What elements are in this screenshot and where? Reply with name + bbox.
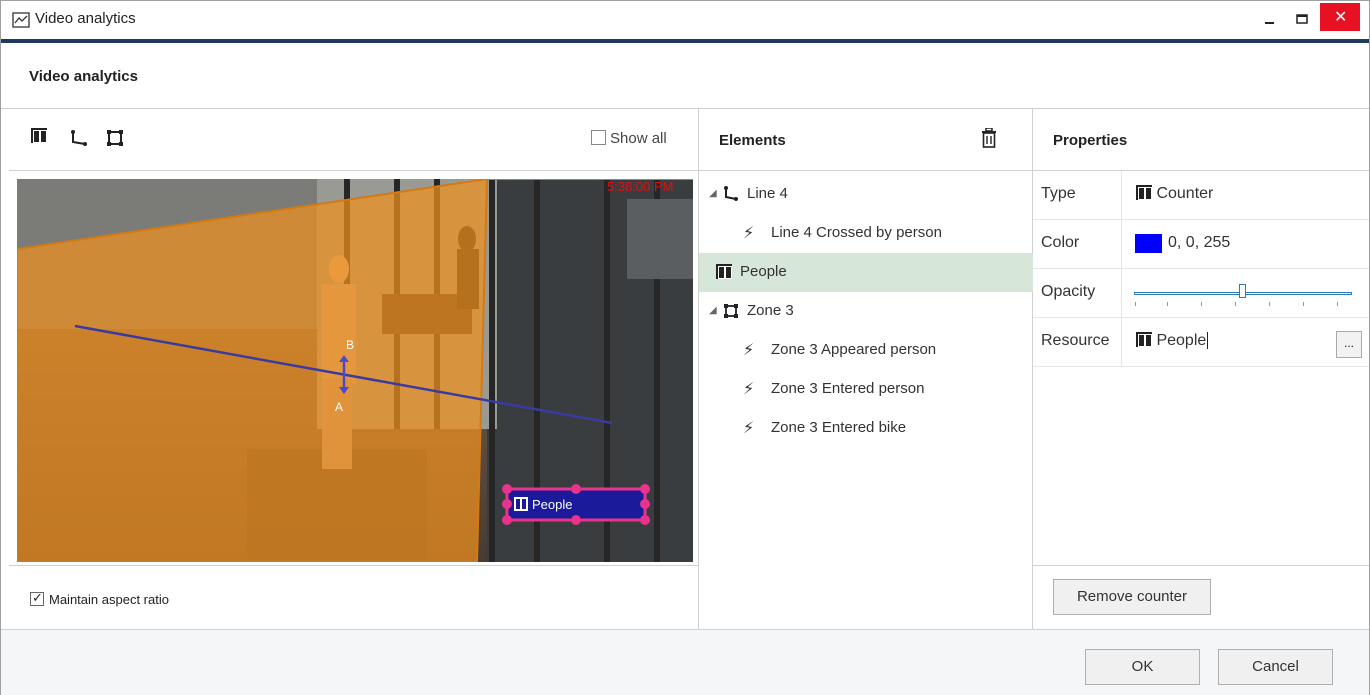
property-color: Color 0, 0, 255 bbox=[1033, 220, 1369, 269]
tree-item-label: Zone 3 Appeared person bbox=[771, 341, 937, 358]
maximize-button[interactable] bbox=[1288, 7, 1316, 31]
add-line-tool[interactable] bbox=[69, 128, 91, 150]
event-lightning-icon: ⚡ bbox=[743, 381, 755, 398]
tree-item-label: Zone 3 Entered bike bbox=[771, 419, 907, 436]
add-counter-tool[interactable] bbox=[31, 128, 53, 150]
property-type: Type Counter bbox=[1033, 171, 1369, 220]
counter-icon bbox=[716, 264, 732, 281]
color-swatch[interactable] bbox=[1135, 234, 1162, 253]
window-title: Video analytics bbox=[35, 10, 136, 27]
video-panel: Show all B A 5:38:00 PM People ✓Maintain… bbox=[9, 109, 699, 629]
resource-browse-button[interactable]: ... bbox=[1336, 331, 1362, 358]
tree-item-zone-3-entered-bike[interactable]: ⚡ Zone 3 Entered bike bbox=[699, 409, 1033, 448]
counter-icon bbox=[1136, 185, 1152, 200]
zone-icon bbox=[724, 304, 738, 318]
show-all-label: Show all bbox=[610, 130, 667, 147]
color-value: 0, 0, 255 bbox=[1168, 234, 1231, 251]
drawing-toolbar: Show all bbox=[9, 109, 699, 171]
line-a-label: A bbox=[335, 400, 343, 414]
tree-item-label: People bbox=[740, 263, 787, 280]
title-bar: Video analytics ✕ bbox=[1, 1, 1369, 39]
elements-panel: Elements ◢ Line 4 ⚡ Line 4 Crossed by pe… bbox=[699, 109, 1033, 629]
properties-grid: Type Counter Color 0, 0, 255 Opacity Res… bbox=[1033, 171, 1369, 367]
analytics-app-icon bbox=[12, 12, 30, 28]
cancel-button[interactable]: Cancel bbox=[1218, 649, 1333, 685]
close-button[interactable]: ✕ bbox=[1320, 3, 1360, 31]
property-key: Type bbox=[1041, 185, 1076, 202]
properties-panel: Properties Type Counter Color 0, 0, 255 … bbox=[1033, 109, 1369, 629]
close-icon: ✕ bbox=[1334, 9, 1348, 26]
counter-icon bbox=[1136, 332, 1152, 347]
video-canvas[interactable]: B A 5:38:00 PM People bbox=[17, 179, 693, 562]
property-key: Opacity bbox=[1041, 283, 1096, 300]
counter-overlay[interactable]: People bbox=[502, 484, 650, 525]
color-picker[interactable]: 0, 0, 255 bbox=[1121, 220, 1369, 268]
property-value: Counter bbox=[1121, 171, 1369, 219]
tree-item-label: Zone 3 bbox=[747, 302, 794, 319]
tree-item-label: Line 4 Crossed by person bbox=[771, 224, 942, 241]
slider-thumb[interactable] bbox=[1239, 284, 1246, 298]
elements-header: Elements bbox=[699, 109, 1033, 171]
remove-counter-button[interactable]: Remove counter bbox=[1053, 579, 1211, 615]
property-key: Color bbox=[1041, 234, 1080, 251]
elements-tree: ◢ Line 4 ⚡ Line 4 Crossed by person Peop… bbox=[699, 175, 1033, 448]
collapse-arrow-icon[interactable]: ◢ bbox=[709, 188, 717, 199]
resource-value[interactable]: People bbox=[1156, 332, 1206, 349]
video-timestamp: 5:38:00 PM bbox=[607, 179, 674, 194]
counter-icon bbox=[31, 128, 47, 143]
tree-item-label: Zone 3 Entered person bbox=[771, 380, 925, 397]
page-title: Video analytics bbox=[29, 68, 138, 85]
property-resource: Resource People ... bbox=[1033, 318, 1369, 367]
video-analytics-window: Video analytics ✕ Video analytics Show a… bbox=[0, 0, 1370, 695]
property-opacity: Opacity bbox=[1033, 269, 1369, 318]
line-icon bbox=[724, 186, 738, 201]
dialog-footer: OK Cancel bbox=[1, 629, 1369, 695]
tree-item-people[interactable]: People bbox=[699, 253, 1033, 292]
maintain-aspect-checkbox[interactable]: Maintain aspect ratio bbox=[30, 590, 169, 607]
event-lightning-icon: ⚡ bbox=[743, 342, 755, 359]
tree-item-line-4[interactable]: ◢ Line 4 bbox=[699, 175, 1033, 214]
show-all-box[interactable] bbox=[591, 130, 606, 145]
type-value: Counter bbox=[1156, 185, 1214, 202]
collapse-arrow-icon[interactable]: ◢ bbox=[709, 305, 717, 316]
tree-item-line-4-crossed[interactable]: ⚡ Line 4 Crossed by person bbox=[699, 214, 1033, 253]
counter-overlay-label: People bbox=[532, 497, 572, 512]
delete-element-button[interactable] bbox=[981, 128, 997, 148]
video-options-bar: Maintain aspect ratio bbox=[9, 565, 699, 629]
line-b-label: B bbox=[346, 338, 354, 352]
property-key: Resource bbox=[1041, 332, 1110, 349]
properties-header: Properties bbox=[1033, 109, 1369, 171]
camera-frame: B A 5:38:00 PM People bbox=[17, 179, 693, 562]
properties-title: Properties bbox=[1053, 132, 1128, 149]
tree-item-zone-3[interactable]: ◢ Zone 3 bbox=[699, 292, 1033, 331]
resource-field[interactable]: People ... bbox=[1121, 318, 1369, 366]
tree-item-zone-3-appeared[interactable]: ⚡ Zone 3 Appeared person bbox=[699, 331, 1033, 370]
maintain-aspect-box[interactable] bbox=[30, 590, 44, 606]
event-lightning-icon: ⚡ bbox=[743, 225, 755, 242]
maintain-aspect-label: Maintain aspect ratio bbox=[49, 592, 169, 607]
tree-item-zone-3-entered-person[interactable]: ⚡ Zone 3 Entered person bbox=[699, 370, 1033, 409]
tree-item-label: Line 4 bbox=[747, 185, 788, 202]
event-lightning-icon: ⚡ bbox=[743, 420, 755, 437]
opacity-slider[interactable] bbox=[1121, 269, 1369, 317]
ok-button[interactable]: OK bbox=[1085, 649, 1200, 685]
page-header: Video analytics bbox=[1, 43, 1369, 109]
elements-title: Elements bbox=[719, 132, 786, 149]
show-all-checkbox[interactable]: Show all bbox=[591, 130, 667, 147]
minimize-button[interactable] bbox=[1256, 7, 1284, 31]
add-zone-tool[interactable] bbox=[105, 128, 127, 150]
